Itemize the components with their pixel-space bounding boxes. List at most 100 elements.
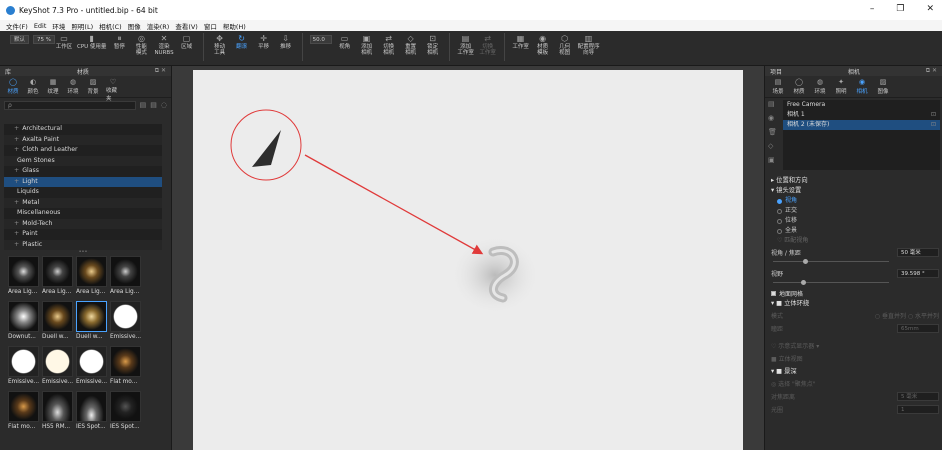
workspace-combo[interactable]: 默认 bbox=[10, 35, 30, 44]
tree-item[interactable]: Miscellaneous bbox=[4, 208, 162, 219]
tree-item[interactable]: + Glass bbox=[4, 166, 162, 177]
material-thumbnail-image[interactable] bbox=[42, 301, 73, 332]
material-thumbnail[interactable]: IES Spot... bbox=[110, 391, 143, 432]
material-thumbnail-image[interactable] bbox=[8, 301, 39, 332]
library-tab-2[interactable]: ▦ 纹理 bbox=[46, 78, 60, 95]
render-viewport[interactable] bbox=[172, 66, 764, 450]
material-thumbnail-image[interactable] bbox=[42, 346, 73, 377]
material-thumbnail[interactable]: Area Lig... bbox=[76, 256, 109, 297]
tree-item[interactable]: + Metal bbox=[4, 197, 162, 208]
ground-grid-checkbox[interactable]: 地面网格 bbox=[771, 288, 939, 299]
camera-add-icon[interactable]: ◉ bbox=[768, 114, 780, 122]
toolbar-button-15[interactable]: ▤ 添加 工作室 bbox=[457, 33, 475, 56]
focal-slider[interactable] bbox=[771, 259, 939, 265]
camera-list-item[interactable]: 相机 1 ⊡ bbox=[783, 110, 940, 120]
toolbar-button-9[interactable]: ⇩ 推移 bbox=[277, 33, 295, 50]
project-tab-0[interactable]: ▤ 场景 bbox=[771, 78, 785, 95]
camera-list-icon[interactable]: ▤ bbox=[768, 100, 780, 108]
camera-reset-icon[interactable]: ◇ bbox=[768, 142, 780, 150]
tree-item[interactable]: Gem Stones bbox=[4, 155, 162, 166]
camera-lock-icon[interactable]: ⊡ bbox=[931, 110, 936, 120]
project-tab-2[interactable]: ◍ 环境 bbox=[813, 78, 827, 95]
material-thumbnail[interactable]: Area Lig... bbox=[42, 256, 75, 297]
minimize-button[interactable]: – bbox=[870, 4, 875, 14]
toolbar-button-8[interactable]: ✛ 平移 bbox=[255, 33, 273, 50]
stereo-view-checkbox[interactable]: ■ 立体视图 bbox=[771, 352, 939, 365]
lens-section-header[interactable]: ▾ 镜头设置 bbox=[771, 186, 939, 196]
fov-slider[interactable] bbox=[771, 280, 939, 286]
menu-render[interactable]: 渲染(R) bbox=[147, 21, 170, 31]
material-thumbnail-image[interactable] bbox=[42, 391, 73, 422]
lens-radio-2[interactable]: 位移 bbox=[771, 216, 939, 226]
tree-item[interactable]: + Mold-Tech bbox=[4, 218, 162, 229]
material-thumbnail-image[interactable] bbox=[110, 301, 141, 332]
panel-splitter[interactable]: ••• bbox=[4, 250, 162, 255]
material-thumbnail-image[interactable] bbox=[8, 346, 39, 377]
toolbar-button-1[interactable]: ▮ CPU 使用量 bbox=[77, 33, 106, 50]
menu-lighting[interactable]: 照明(L) bbox=[71, 21, 93, 31]
material-thumbnail-image[interactable] bbox=[76, 346, 107, 377]
toolbar-button-19[interactable]: ⬡ 几何 视图 bbox=[556, 33, 574, 56]
lens-radio-0[interactable]: 视角 bbox=[771, 196, 939, 206]
library-tab-1[interactable]: ◐ 颜色 bbox=[26, 78, 40, 95]
camera-list-item[interactable]: Free Camera bbox=[783, 100, 940, 110]
tree-item[interactable]: + Cloth and Leather bbox=[4, 145, 162, 156]
tree-item[interactable]: + Paint bbox=[4, 229, 162, 240]
menu-file[interactable]: 文件(F) bbox=[6, 21, 28, 31]
dof-aperture-input[interactable]: 1 bbox=[897, 405, 939, 414]
tree-expand-icon[interactable]: + bbox=[14, 125, 19, 132]
material-thumbnail-image[interactable] bbox=[76, 301, 107, 332]
toolbar-button-14[interactable]: ⊡ 锁定 相机 bbox=[424, 33, 442, 56]
focal-slider-knob[interactable] bbox=[803, 259, 808, 264]
camera-delete-icon[interactable]: 🗑 bbox=[768, 128, 780, 136]
tree-expand-icon[interactable]: + bbox=[14, 167, 19, 174]
panel-float-close-icon[interactable]: ⧉ ✕ bbox=[155, 67, 166, 75]
project-tab-3[interactable]: ✦ 照明 bbox=[834, 78, 848, 95]
material-thumbnail-image[interactable] bbox=[76, 391, 107, 422]
material-thumbnail[interactable]: Emissive... bbox=[42, 346, 75, 387]
tree-item[interactable]: + Architectural bbox=[4, 124, 162, 135]
library-tab-4[interactable]: ▨ 背景 bbox=[86, 78, 100, 95]
match-perspective-button[interactable]: ♡ 匹配视角 bbox=[771, 236, 939, 246]
material-thumbnail[interactable]: Emissive... bbox=[76, 346, 109, 387]
material-thumbnail-image[interactable] bbox=[110, 256, 141, 287]
tree-item[interactable]: + Axalta Paint bbox=[4, 134, 162, 145]
toolbar-button-6[interactable]: ✥ 移动 工具 bbox=[211, 33, 229, 56]
library-tab-5[interactable]: ♡ 收藏夹 bbox=[106, 78, 120, 102]
material-thumbnail-image[interactable] bbox=[42, 256, 73, 287]
material-thumbnail[interactable]: Emissive... bbox=[110, 301, 143, 342]
tree-expand-icon[interactable]: + bbox=[14, 178, 19, 185]
stereo-offset-input[interactable]: 65mm bbox=[897, 324, 939, 333]
lens-radio-3[interactable]: 全景 bbox=[771, 226, 939, 236]
project-tab-5[interactable]: ▨ 图像 bbox=[876, 78, 890, 95]
dof-distance-input[interactable]: 5 毫米 bbox=[897, 392, 939, 401]
material-thumbnail[interactable]: Flat mo... bbox=[110, 346, 143, 387]
material-thumbnail-image[interactable] bbox=[8, 391, 39, 422]
render-canvas[interactable] bbox=[193, 70, 743, 450]
camera-save-icon[interactable]: ▣ bbox=[768, 156, 780, 164]
material-thumbnail[interactable]: Area Lig... bbox=[8, 256, 41, 297]
material-thumbnail[interactable]: Area Lig... bbox=[110, 256, 143, 297]
sync-icon[interactable]: ◌ bbox=[161, 101, 167, 109]
material-thumbnail[interactable]: Duell w... bbox=[42, 301, 75, 342]
material-thumbnail-image[interactable] bbox=[76, 256, 107, 287]
panel-float-close-icon[interactable]: ⧉ ✕ bbox=[926, 67, 937, 75]
material-thumbnail[interactable]: Flat mo... bbox=[8, 391, 41, 432]
stereo-mode-options[interactable]: ○ 垂直并列 ○ 水平并列 bbox=[875, 311, 939, 320]
fov-slider-knob[interactable] bbox=[801, 280, 806, 285]
menu-window[interactable]: 窗口 bbox=[204, 21, 217, 31]
menu-image[interactable]: 图像 bbox=[128, 21, 141, 31]
camera-lock-icon[interactable]: ⊡ bbox=[931, 120, 936, 130]
toolbar-button-18[interactable]: ◉ 材质 模板 bbox=[534, 33, 552, 56]
material-thumbnail[interactable]: Emissive... bbox=[8, 346, 41, 387]
tree-expand-icon[interactable]: + bbox=[14, 199, 19, 206]
material-thumbnail-image[interactable] bbox=[110, 346, 141, 377]
toolbar-button-13[interactable]: ◇ 重置 相机 bbox=[402, 33, 420, 56]
menu-edit[interactable]: Edit bbox=[34, 22, 47, 30]
menu-view[interactable]: 查看(V) bbox=[175, 21, 198, 31]
toolbar-button-16[interactable]: ⇄ 切换 工作室 bbox=[479, 33, 497, 56]
focal-input[interactable]: 50 毫米 bbox=[897, 248, 939, 257]
toolbar-button-11[interactable]: ▣ 添加 相机 bbox=[358, 33, 376, 56]
folder-icon[interactable]: ▤ bbox=[140, 101, 147, 109]
toolbar-button-12[interactable]: ⇄ 切换 相机 bbox=[380, 33, 398, 56]
